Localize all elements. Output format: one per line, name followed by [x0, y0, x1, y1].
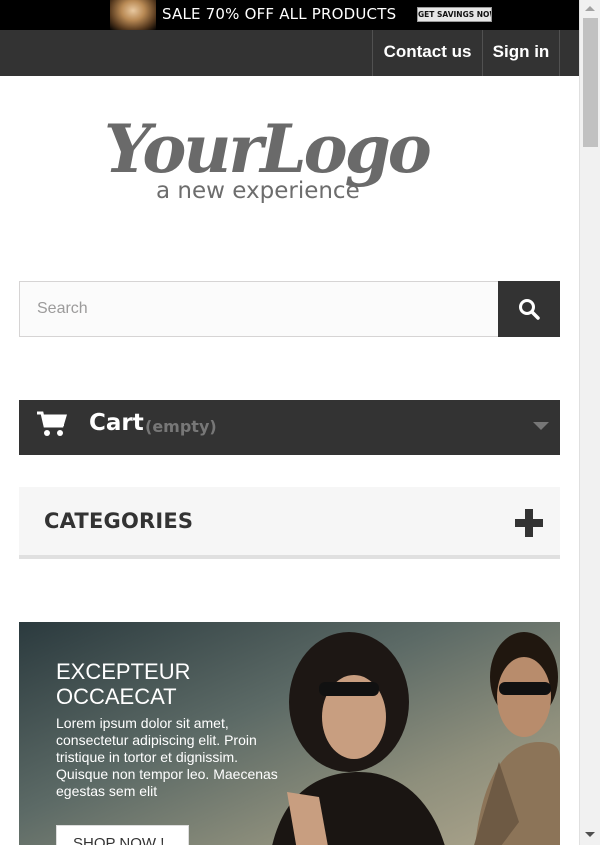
- search-icon: [519, 299, 540, 320]
- homepage-slider[interactable]: EXCEPTEUR OCCAECAT Lorem ipsum dolor sit…: [19, 622, 560, 845]
- page-viewport: SALE 70% OFF ALL PRODUCTS GET SAVINGS NO…: [0, 0, 579, 845]
- search-input[interactable]: [19, 281, 499, 337]
- promo-model-image: [110, 0, 156, 30]
- search-button[interactable]: [498, 281, 560, 337]
- scroll-down-arrow-icon[interactable]: [585, 832, 595, 837]
- contact-us-link[interactable]: Contact us: [372, 30, 482, 76]
- logo-wordmark: YourLogo: [104, 110, 430, 188]
- promo-text: SALE 70% OFF ALL PRODUCTS: [162, 5, 397, 23]
- caret-down-icon[interactable]: [533, 422, 549, 430]
- sign-in-link[interactable]: Sign in: [482, 30, 560, 76]
- shop-now-button[interactable]: SHOP NOW !: [56, 825, 189, 845]
- get-savings-button[interactable]: GET SAVINGS NOW: [417, 7, 492, 22]
- cart-icon: [37, 411, 67, 436]
- promo-banner[interactable]: SALE 70% OFF ALL PRODUCTS GET SAVINGS NO…: [0, 0, 579, 30]
- vertical-scrollbar[interactable]: [579, 0, 600, 845]
- logo-image: YourLogo a new experience: [104, 110, 433, 204]
- categories-title: CATEGORIES: [44, 509, 194, 533]
- categories-block[interactable]: CATEGORIES: [19, 487, 560, 559]
- scroll-up-arrow-icon[interactable]: [585, 6, 595, 11]
- scroll-thumb[interactable]: [583, 18, 598, 147]
- slide-title: EXCEPTEUR OCCAECAT: [56, 659, 191, 709]
- cart-status: (empty): [145, 417, 217, 436]
- slide-description: Lorem ipsum dolor sit amet, consectetur …: [56, 715, 278, 799]
- header-nav: Contact us Sign in: [0, 30, 579, 76]
- store-logo[interactable]: YourLogo a new experience: [100, 100, 460, 210]
- cart-block[interactable]: Cart (empty): [19, 400, 560, 455]
- cart-label: Cart: [89, 410, 144, 436]
- logo-tagline: a new experience: [156, 178, 360, 204]
- plus-icon[interactable]: [515, 509, 543, 537]
